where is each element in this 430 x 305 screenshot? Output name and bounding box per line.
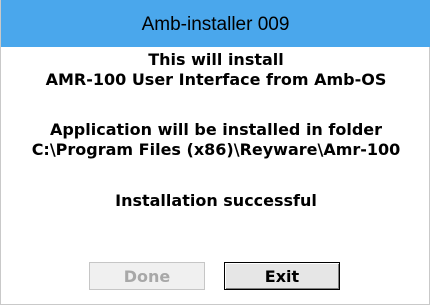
status-text: Installation successful xyxy=(115,191,317,210)
exit-button[interactable]: Exit xyxy=(224,262,340,290)
product-name-text: AMR-100 User Interface from Amb-OS xyxy=(45,70,387,89)
installer-dialog: Amb-installer 009 This will install AMR-… xyxy=(0,0,430,305)
done-button[interactable]: Done xyxy=(89,262,205,290)
install-path-text: C:\Program Files (x86)\Reyware\Amr-100 xyxy=(31,140,401,159)
title-bar[interactable]: Amb-installer 009 xyxy=(1,0,430,47)
install-intro-text: This will install xyxy=(148,50,284,69)
window-title: Amb-installer 009 xyxy=(141,13,290,35)
folder-intro-text: Application will be installed in folder xyxy=(49,120,383,139)
